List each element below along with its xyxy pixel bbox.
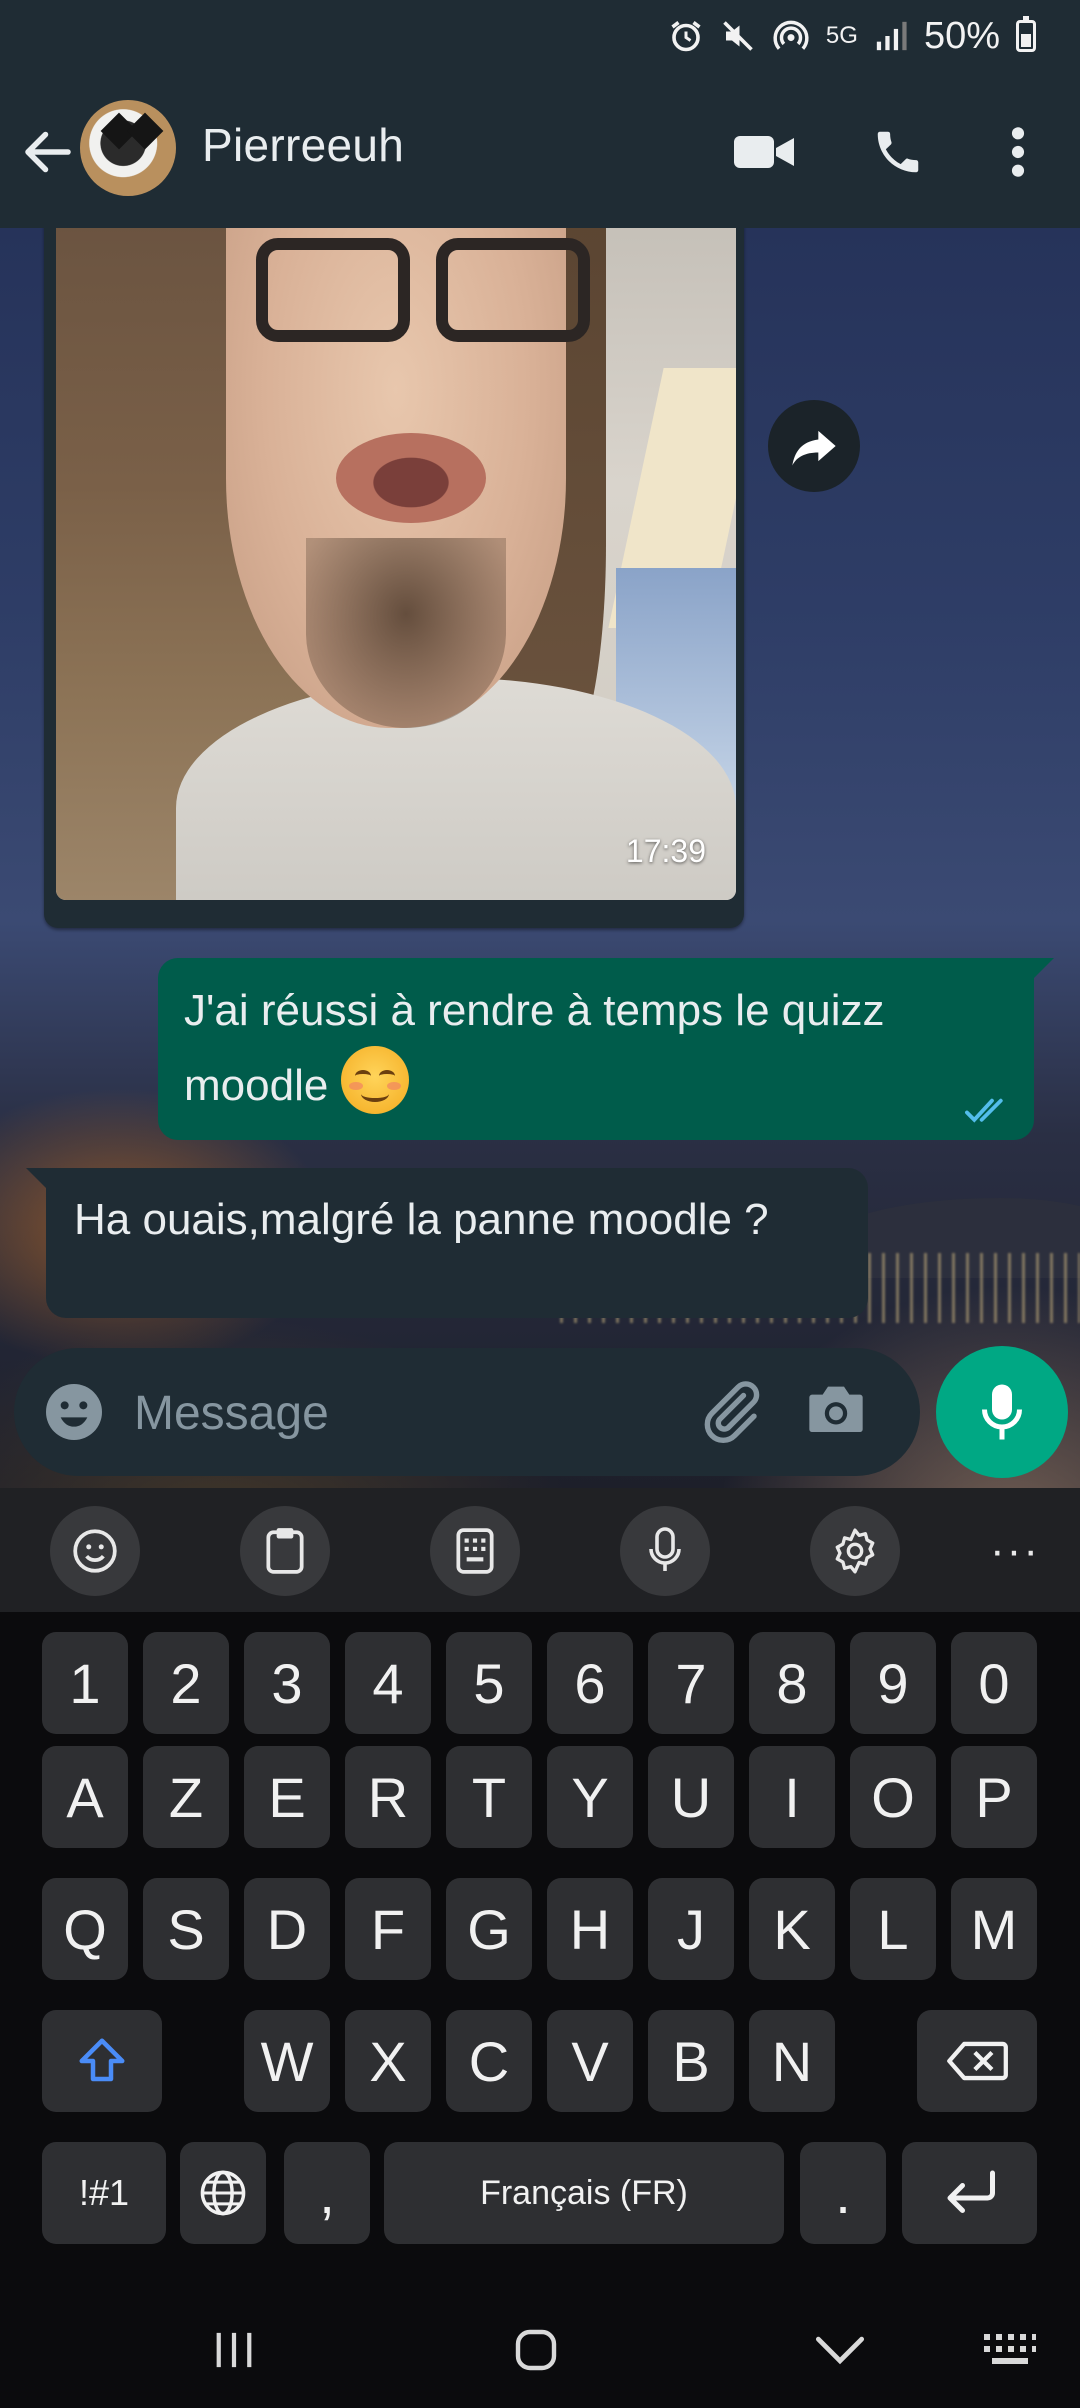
back-arrow-icon[interactable] — [18, 122, 78, 182]
battery-percent: 50% — [923, 14, 1000, 57]
key-q[interactable]: Q — [42, 1878, 128, 1980]
more-options-icon[interactable] — [978, 112, 1058, 192]
status-bar: 5G 50% — [0, 0, 1080, 72]
key-k[interactable]: K — [749, 1878, 835, 1980]
image-message[interactable]: 17:39 — [44, 228, 744, 928]
key-w[interactable]: W — [244, 2010, 330, 2112]
symbols-key[interactable]: !#1 — [42, 2142, 166, 2244]
attach-icon[interactable] — [694, 1376, 766, 1448]
emoji-icon[interactable] — [42, 1380, 106, 1444]
message-text: J'ai réussi à rendre à temps le quizz mo… — [184, 986, 885, 1110]
read-receipt-icon — [965, 1098, 1003, 1123]
key-l[interactable]: L — [850, 1878, 936, 1980]
key-i[interactable]: I — [749, 1746, 835, 1848]
keyboard-toolbar: ··· — [0, 1488, 1080, 1612]
status-icons: 5G 50% — [668, 10, 1036, 62]
system-navigation-bar — [0, 2288, 1080, 2408]
key-e[interactable]: E — [244, 1746, 330, 1848]
screen: 5G 50% Pierreeuh 17:39 J'ai réussi à ren… — [0, 0, 1080, 2408]
key-7[interactable]: 7 — [648, 1632, 734, 1734]
recent-apps-icon[interactable] — [194, 2310, 274, 2390]
video-call-icon[interactable] — [724, 112, 804, 192]
more-icon[interactable]: ··· — [970, 1506, 1060, 1596]
key-b[interactable]: B — [648, 2010, 734, 2112]
alarm-icon — [671, 21, 701, 52]
key-s[interactable]: S — [143, 1878, 229, 1980]
keyboard: ··· 1 2 3 4 5 6 7 8 9 0 A Z E R T Y U I … — [0, 1488, 1080, 2288]
settings-icon[interactable] — [810, 1506, 900, 1596]
battery-icon — [1016, 16, 1036, 52]
key-h[interactable]: H — [547, 1878, 633, 1980]
key-9[interactable]: 9 — [850, 1632, 936, 1734]
key-x[interactable]: X — [345, 2010, 431, 2112]
phone-call-icon[interactable] — [858, 112, 938, 192]
key-d[interactable]: D — [244, 1878, 330, 1980]
contact-name[interactable]: Pierreeuh — [202, 118, 404, 172]
forward-icon[interactable] — [768, 400, 860, 492]
message-time: 17:39 — [625, 833, 706, 869]
backspace-icon[interactable] — [917, 2010, 1037, 2112]
key-m[interactable]: M — [951, 1878, 1037, 1980]
message-composer — [14, 1348, 920, 1476]
key-z[interactable]: Z — [143, 1746, 229, 1848]
mute-icon — [723, 21, 753, 51]
key-c[interactable]: C — [446, 2010, 532, 2112]
space-bar[interactable]: Français (FR) — [384, 2142, 784, 2244]
relieved-face-emoji-icon — [340, 1046, 409, 1114]
message-input[interactable] — [132, 1378, 696, 1448]
chat-area[interactable]: 17:39 J'ai réussi à rendre à temps le qu… — [0, 228, 1080, 1488]
shared-photo[interactable]: 17:39 — [56, 228, 736, 900]
shift-key-icon[interactable] — [42, 2010, 162, 2112]
hotspot-icon — [773, 20, 809, 50]
outgoing-message[interactable]: J'ai réussi à rendre à temps le quizz mo… — [158, 958, 1054, 1140]
voice-input-icon[interactable] — [620, 1506, 710, 1596]
key-2[interactable]: 2 — [143, 1632, 229, 1734]
hide-keyboard-icon[interactable] — [800, 2310, 880, 2390]
emoji-icon[interactable] — [50, 1506, 140, 1596]
key-j[interactable]: J — [648, 1878, 734, 1980]
key-r[interactable]: R — [345, 1746, 431, 1848]
key-8[interactable]: 8 — [749, 1632, 835, 1734]
key-v[interactable]: V — [547, 2010, 633, 2112]
keyboard-layout-icon[interactable] — [430, 1506, 520, 1596]
period-key[interactable]: . — [800, 2142, 886, 2244]
comma-key[interactable]: , — [284, 2142, 370, 2244]
key-4[interactable]: 4 — [345, 1632, 431, 1734]
incoming-message[interactable]: Ha ouais,malgré la panne moodle ? — [26, 1168, 868, 1318]
camera-icon[interactable] — [804, 1378, 876, 1446]
key-g[interactable]: G — [446, 1878, 532, 1980]
clipboard-icon[interactable] — [240, 1506, 330, 1596]
language-globe-icon[interactable] — [180, 2142, 266, 2244]
key-6[interactable]: 6 — [547, 1632, 633, 1734]
mic-icon[interactable] — [936, 1346, 1068, 1478]
enter-key-icon[interactable] — [902, 2142, 1037, 2244]
key-5[interactable]: 5 — [446, 1632, 532, 1734]
key-y[interactable]: Y — [547, 1746, 633, 1848]
key-a[interactable]: A — [42, 1746, 128, 1848]
key-n[interactable]: N — [749, 2010, 835, 2112]
chat-header: Pierreeuh — [0, 72, 1080, 228]
home-icon[interactable] — [496, 2310, 576, 2390]
signal-icon — [876, 21, 907, 51]
key-o[interactable]: O — [850, 1746, 936, 1848]
keyboard-switch-icon[interactable] — [970, 2310, 1050, 2390]
key-1[interactable]: 1 — [42, 1632, 128, 1734]
key-t[interactable]: T — [446, 1746, 532, 1848]
avatar[interactable] — [80, 100, 176, 196]
network-5g-icon: 5G — [825, 22, 858, 49]
key-3[interactable]: 3 — [244, 1632, 330, 1734]
key-f[interactable]: F — [345, 1878, 431, 1980]
message-text: Ha ouais,malgré la panne moodle ? — [74, 1195, 769, 1244]
key-p[interactable]: P — [951, 1746, 1037, 1848]
key-u[interactable]: U — [648, 1746, 734, 1848]
key-0[interactable]: 0 — [951, 1632, 1037, 1734]
